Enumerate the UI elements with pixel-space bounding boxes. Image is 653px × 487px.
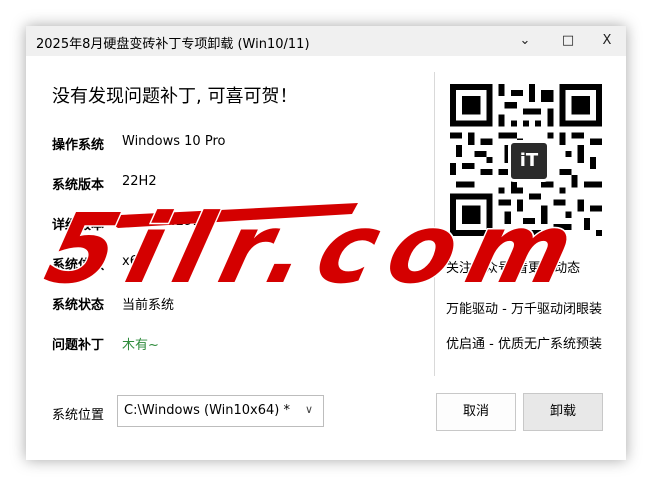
info-value-version: 22H2 bbox=[122, 174, 157, 189]
info-value-patch: 木有~ bbox=[122, 338, 159, 353]
driver-promo-text: 万能驱动 - 万千驱动闭眼装 bbox=[446, 302, 602, 317]
qr-logo: iT bbox=[508, 140, 550, 182]
info-label-state: 系统状态 bbox=[52, 298, 105, 313]
maximize-button[interactable]: □ bbox=[553, 30, 583, 52]
info-label-os: 操作系统 bbox=[52, 138, 105, 153]
minimize-button[interactable]: ⌄ bbox=[510, 30, 540, 52]
info-label-version: 系统版本 bbox=[52, 178, 105, 193]
info-label-patch: 问题补丁 bbox=[52, 338, 105, 353]
chevron-down-icon: ∨ bbox=[304, 403, 313, 416]
title-bar[interactable]: 2025年8月硬盘变砖补丁专项卸载 (Win10/11) ⌄ □ X bbox=[26, 26, 626, 56]
info-value-build: 19045.4291 bbox=[122, 214, 201, 229]
info-label-build: 详细版本 bbox=[52, 218, 105, 233]
info-value-state: 当前系统 bbox=[122, 298, 175, 313]
qr-logo-text: iT bbox=[519, 150, 539, 171]
info-value-os: Windows 10 Pro bbox=[122, 134, 226, 149]
system-promo-text: 优启通 - 优质无广系统预装 bbox=[446, 337, 602, 352]
location-selected-value: C:\Windows (Win10x64) * bbox=[124, 403, 290, 418]
info-value-arch: x64 bbox=[122, 254, 147, 269]
cancel-button[interactable]: 取消 bbox=[436, 393, 516, 431]
location-label: 系统位置 bbox=[52, 408, 105, 423]
follow-text: 关注公众号 看更新动态 bbox=[446, 261, 581, 276]
close-button[interactable]: X bbox=[592, 30, 622, 52]
vertical-divider bbox=[434, 72, 435, 376]
location-select[interactable]: C:\Windows (Win10x64) * ∨ bbox=[117, 395, 324, 427]
app-window: 2025年8月硬盘变砖补丁专项卸载 (Win10/11) ⌄ □ X 没有发现问… bbox=[26, 26, 626, 460]
uninstall-button[interactable]: 卸载 bbox=[523, 393, 603, 431]
info-label-arch: 系统位数 bbox=[52, 258, 105, 273]
window-title: 2025年8月硬盘变砖补丁专项卸载 (Win10/11) bbox=[36, 37, 310, 52]
status-headline: 没有发现问题补丁, 可喜可贺！ bbox=[52, 86, 298, 107]
